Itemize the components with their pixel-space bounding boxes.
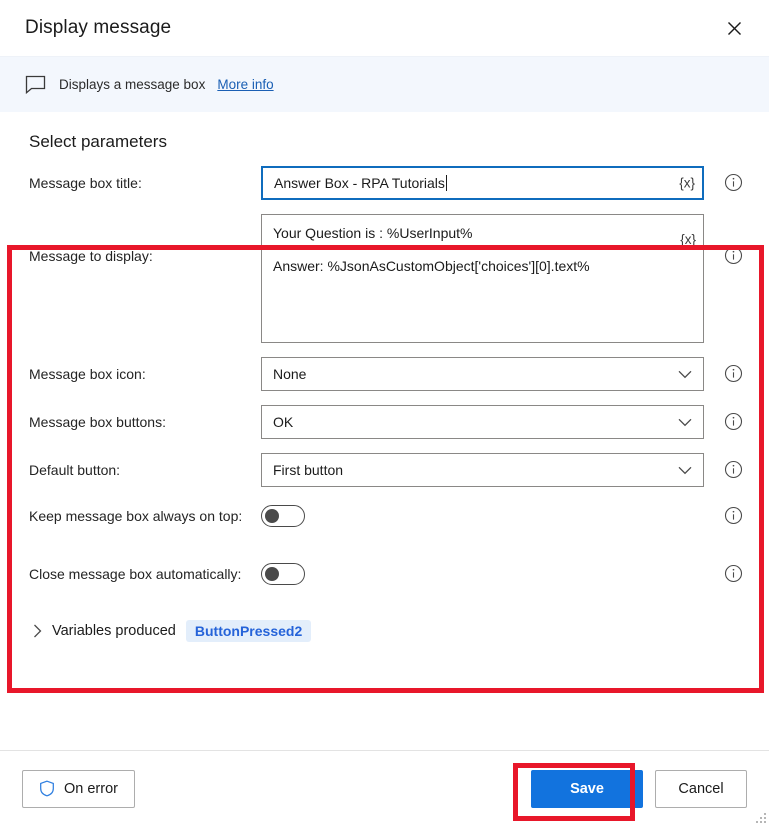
variable-picker-button-message[interactable]: {x} [680,231,696,249]
chevron-down-icon [678,370,692,379]
cancel-label: Cancel [678,780,724,797]
message-bubble-icon [25,74,47,96]
footer-actions: Save Cancel [531,769,747,808]
field-row-message-box-icon: Message box icon: None [25,357,744,391]
info-icon-close-automatically[interactable] [724,564,744,584]
dialog-footer: On error Save Cancel [0,750,769,826]
on-error-label: On error [64,780,118,797]
toggle-keep-message-box-always-on-top[interactable] [261,505,305,527]
label-message-box-icon: Message box icon: [29,366,146,382]
message-line-2: Answer: %JsonAsCustomObject['choices'][0… [273,257,590,274]
toggle-knob [265,509,279,523]
info-icon-message-box-icon[interactable] [724,364,744,384]
variables-produced-row[interactable]: Variables produced ButtonPressed2 [25,609,744,653]
chevron-right-icon[interactable] [33,624,42,638]
default-button-dropdown[interactable]: First button [261,453,704,487]
variable-picker-button-title[interactable]: {x} [679,176,695,191]
dialog-body: Select parameters Message box title: Ans… [0,112,769,750]
save-button[interactable]: Save [531,769,643,808]
label-default-button: Default button: [29,462,121,478]
message-box-icon-dropdown[interactable]: None [261,357,704,391]
message-box-title-value: Answer Box - RPA Tutorials [274,175,445,191]
chevron-down-icon [678,466,692,475]
save-label: Save [570,780,604,797]
close-icon[interactable] [717,11,751,45]
variable-badge-buttonpressed2[interactable]: ButtonPressed2 [185,620,312,642]
default-button-value: First button [273,462,344,478]
action-description-bar: Displays a message box More info [0,56,769,112]
chevron-down-icon [678,418,692,427]
cancel-button[interactable]: Cancel [655,769,747,808]
message-box-icon-value: None [273,366,307,382]
toggle-row-close-automatically: Close message box automatically: [25,545,744,603]
info-icon-keep-on-top[interactable] [724,506,744,526]
field-row-message-box-title: Message box title: Answer Box - RPA Tuto… [25,166,744,200]
info-icon-default-button[interactable] [724,460,744,480]
resize-grip[interactable] [752,809,766,823]
field-row-message-to-display: Message to display: Your Question is : %… [25,214,744,343]
message-to-display-input[interactable]: Your Question is : %UserInput% Answer: %… [261,214,704,343]
message-line-1: Your Question is : %UserInput% [273,225,473,241]
field-row-default-button: Default button: First button [25,453,744,487]
toggle-row-keep-on-top: Keep message box always on top: [25,487,744,545]
text-caret [445,175,447,191]
label-close-message-box-automatically: Close message box automatically: [29,566,242,582]
display-message-dialog: Display message Displays a message box M… [0,0,769,826]
toggle-close-message-box-automatically[interactable] [261,563,305,585]
shield-icon [39,780,55,797]
section-title-select-parameters: Select parameters [29,132,167,151]
dialog-title: Display message [25,17,172,38]
label-message-to-display: Message to display: [29,248,153,264]
label-keep-message-box-always-on-top: Keep message box always on top: [29,508,243,524]
label-message-box-title: Message box title: [29,175,142,191]
message-box-buttons-dropdown[interactable]: OK [261,405,704,439]
message-box-buttons-value: OK [273,414,294,430]
on-error-button[interactable]: On error [22,769,135,808]
toggle-knob [265,567,279,581]
label-message-box-buttons: Message box buttons: [29,414,166,430]
action-description-text: Displays a message box [59,77,206,92]
info-icon-message-box-buttons[interactable] [724,412,744,432]
more-info-link[interactable]: More info [217,77,273,92]
variables-produced-label: Variables produced [52,623,176,639]
message-box-title-input[interactable]: Answer Box - RPA Tutorials {x} [261,166,704,200]
info-icon-message-box-title[interactable] [724,173,744,193]
field-row-message-box-buttons: Message box buttons: OK [25,405,744,439]
info-icon-message-to-display[interactable] [724,246,744,266]
dialog-titlebar: Display message [0,0,769,56]
